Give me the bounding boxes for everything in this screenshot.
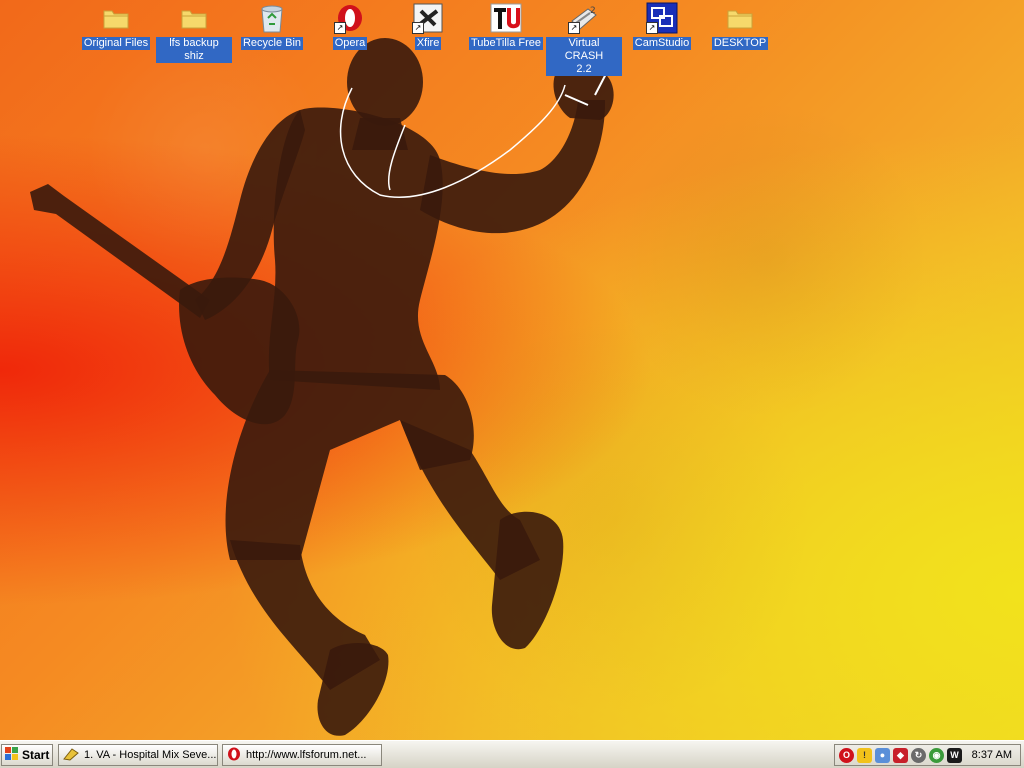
lfs-backup-icon[interactable]: lfs backup shiz (156, 2, 232, 63)
original-files-icon[interactable]: Original Files (78, 2, 154, 50)
shortcut-arrow-icon: ↗ (568, 22, 580, 34)
camstudio-icon[interactable]: ↗ CamStudio (624, 2, 700, 50)
recycle-bin-glyph-icon (256, 2, 288, 34)
svg-text:2: 2 (590, 6, 596, 16)
virtual-crash-logo-icon: 2 ↗ (568, 2, 600, 34)
virtual-crash-icon[interactable]: 2 ↗ Virtual CRASH 2.2 (546, 2, 622, 76)
task-label: http://www.lfsforum.net... (246, 749, 367, 761)
folder-icon (178, 2, 210, 34)
icon-label: TubeTilla Free (468, 37, 544, 50)
folder-icon (724, 2, 756, 34)
taskbar-item-opera[interactable]: http://www.lfsforum.net... (222, 744, 382, 766)
tubetilla-logo-icon (490, 2, 522, 34)
system-tray: O ! ● ◆ ↻ ◉ W 8:37 AM (834, 744, 1021, 766)
wallpaper-guitarist-silhouette (30, 38, 614, 736)
icon-label: DESKTOP (711, 37, 769, 50)
antivirus-shield-icon[interactable]: ◆ (893, 747, 908, 763)
icon-label: lfs backup shiz (156, 37, 232, 63)
sync-icon[interactable]: ↻ (911, 747, 926, 763)
task-label: 1. VA - Hospital Mix Seve... (84, 749, 217, 761)
xfire-logo-icon: ↗ (412, 2, 444, 34)
camstudio-logo-icon: ↗ (646, 2, 678, 34)
start-label: Start (22, 748, 50, 762)
opera-tray-icon[interactable]: O (839, 747, 854, 763)
opera-icon[interactable]: ↗ Opera (312, 2, 388, 50)
security-shield-icon[interactable]: ! (857, 747, 872, 763)
shortcut-arrow-icon: ↗ (334, 22, 346, 34)
desktop[interactable]: Original Files lfs backup shiz Recycle B… (0, 0, 1024, 740)
icon-label: Virtual CRASH 2.2 (546, 37, 622, 76)
opera-logo-icon: ↗ (334, 2, 366, 34)
shortcut-arrow-icon: ↗ (646, 22, 658, 34)
icon-label: CamStudio (632, 37, 692, 50)
taskbar-item-media-player[interactable]: 1. VA - Hospital Mix Seve... (58, 744, 218, 766)
media-player-icon (63, 747, 79, 764)
opera-icon (227, 747, 241, 764)
desktop-folder-icon[interactable]: DESKTOP (702, 2, 778, 50)
tubetilla-icon[interactable]: TubeTilla Free (468, 2, 544, 50)
icon-label: Recycle Bin (240, 37, 304, 50)
icon-label: Opera (332, 37, 368, 50)
network-users-icon[interactable]: ● (875, 747, 890, 763)
winamp-icon[interactable]: W (947, 747, 962, 763)
folder-icon (100, 2, 132, 34)
clock[interactable]: 8:37 AM (972, 749, 1020, 761)
windows-logo-icon (5, 746, 19, 764)
icon-label: Original Files (81, 37, 151, 50)
start-button[interactable]: Start (1, 744, 53, 766)
taskbar: Start 1. VA - Hospital Mix Seve... http:… (0, 740, 1024, 768)
shortcut-arrow-icon: ↗ (412, 22, 424, 34)
recycle-bin-icon[interactable]: Recycle Bin (234, 2, 310, 50)
icon-label: Xfire (414, 37, 442, 50)
xfire-icon[interactable]: ↗ Xfire (390, 2, 466, 50)
chrome-ball-icon[interactable]: ◉ (929, 747, 944, 763)
